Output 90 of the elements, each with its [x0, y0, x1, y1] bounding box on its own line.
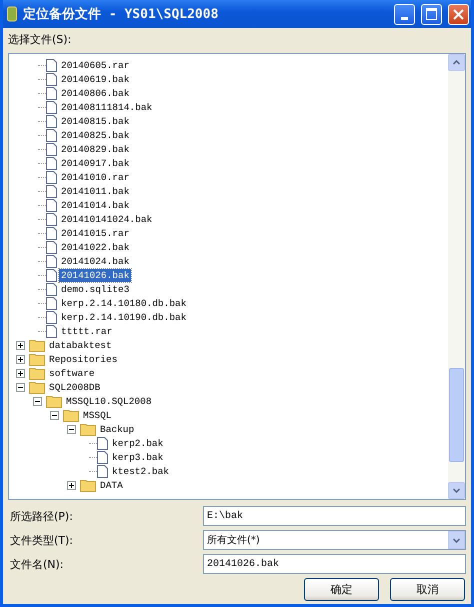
file-name[interactable]: kerp2.bak — [110, 436, 166, 450]
expand-toggle[interactable] — [67, 480, 76, 490]
folder-icon — [63, 408, 79, 422]
expand-toggle[interactable] — [16, 368, 25, 378]
file-icon — [97, 436, 108, 450]
folder-name[interactable]: Repositories — [47, 352, 120, 366]
collapse-toggle[interactable] — [33, 396, 42, 406]
folder-name[interactable]: MSSQL — [81, 408, 114, 422]
maximize-button[interactable] — [421, 4, 442, 24]
file-name[interactable]: kerp.2.14.10190.db.bak — [59, 310, 188, 324]
file-icon — [46, 254, 57, 268]
file-icon — [46, 156, 57, 170]
file-name[interactable]: ttttt.rar — [59, 324, 114, 338]
file-name[interactable]: 20141024.bak — [59, 254, 132, 268]
field-label: 文件类型(T): — [9, 532, 74, 548]
folder-icon — [80, 422, 96, 436]
folder-name[interactable]: DATA — [98, 478, 125, 492]
scroll-up-icon[interactable] — [448, 54, 465, 71]
expand-toggle[interactable] — [16, 340, 25, 350]
field-label: 文件名(N): — [9, 556, 65, 572]
file-name[interactable]: 20140829.bak — [59, 142, 132, 156]
database-icon — [7, 6, 17, 22]
minimize-button[interactable] — [394, 4, 415, 24]
folder-icon — [29, 352, 45, 366]
file-name[interactable]: 20141010.rar — [59, 170, 132, 184]
file-icon — [46, 310, 57, 324]
file-name[interactable]: 20141026.bak — [59, 268, 132, 282]
folder-icon — [29, 380, 45, 394]
expand-toggle[interactable] — [16, 354, 25, 364]
folder-name[interactable]: Backup — [98, 422, 136, 436]
input-field[interactable]: E:\bak — [203, 506, 466, 526]
file-type-dropdown[interactable]: 所有文件(*) — [203, 530, 466, 550]
file-icon — [46, 226, 57, 240]
folder-icon — [46, 394, 62, 408]
folder-name[interactable]: databaktest — [47, 338, 114, 352]
folder-icon — [29, 338, 45, 352]
folder-name[interactable]: SQL2008DB — [47, 380, 102, 394]
file-icon — [46, 100, 57, 114]
file-name[interactable]: 20141022.bak — [59, 240, 132, 254]
collapse-toggle[interactable] — [50, 410, 59, 420]
folder-icon — [29, 366, 45, 380]
scroll-down-icon[interactable] — [448, 482, 465, 499]
file-icon — [46, 170, 57, 184]
folder-name[interactable]: MSSQL10.SQL2008 — [64, 394, 154, 408]
folder-icon — [80, 478, 96, 492]
file-icon — [46, 58, 57, 72]
file-icon — [46, 324, 57, 338]
file-icon — [97, 450, 108, 464]
file-name[interactable]: ktest2.bak — [110, 464, 172, 478]
file-name[interactable]: 20140917.bak — [59, 156, 132, 170]
file-icon — [46, 198, 57, 212]
file-name[interactable]: 20141011.bak — [59, 184, 132, 198]
file-name[interactable]: 20140825.bak — [59, 128, 132, 142]
file-icon — [46, 86, 57, 100]
file-icon — [46, 114, 57, 128]
file-name[interactable]: 20140815.bak — [59, 114, 132, 128]
file-name[interactable]: 20140605.rar — [59, 58, 132, 72]
file-icon — [46, 72, 57, 86]
dropdown-icon[interactable] — [448, 531, 465, 549]
file-icon — [46, 296, 57, 310]
file-name[interactable]: 20140806.bak — [59, 86, 132, 100]
tree-label: 选择文件(S): — [8, 32, 72, 47]
file-icon — [46, 268, 57, 282]
file-name[interactable]: 20140619.bak — [59, 72, 132, 86]
input-field[interactable]: 20141026.bak — [203, 554, 466, 574]
file-icon — [46, 142, 57, 156]
window-title: 定位备份文件 - YS01\SQL2008 — [23, 6, 220, 23]
file-name[interactable]: 20141014.bak — [59, 198, 132, 212]
scrollbar[interactable] — [448, 54, 465, 499]
folder-name[interactable]: software — [47, 366, 97, 380]
close-button[interactable] — [448, 4, 469, 24]
file-name[interactable]: kerp.2.14.10180.db.bak — [59, 296, 188, 310]
file-icon — [97, 464, 108, 478]
field-label: 所选路径(P): — [9, 508, 74, 524]
file-icon — [46, 282, 57, 296]
file-icon — [46, 212, 57, 226]
scroll-thumb[interactable] — [449, 368, 464, 462]
file-name[interactable]: kerp3.bak — [110, 450, 166, 464]
file-name[interactable]: demo.sqlite3 — [59, 282, 132, 296]
cancel-button[interactable]: 取消 — [390, 578, 465, 601]
file-name[interactable]: 201410141024.bak — [59, 212, 154, 226]
file-icon — [46, 184, 57, 198]
collapse-toggle[interactable] — [16, 382, 25, 392]
file-name[interactable]: 20141015.rar — [59, 226, 132, 240]
collapse-toggle[interactable] — [67, 424, 76, 434]
file-icon — [46, 128, 57, 142]
file-icon — [46, 240, 57, 254]
file-name[interactable]: 201408111814.bak — [59, 100, 154, 114]
close-icon — [453, 8, 464, 20]
ok-button[interactable]: 确定 — [304, 578, 379, 601]
